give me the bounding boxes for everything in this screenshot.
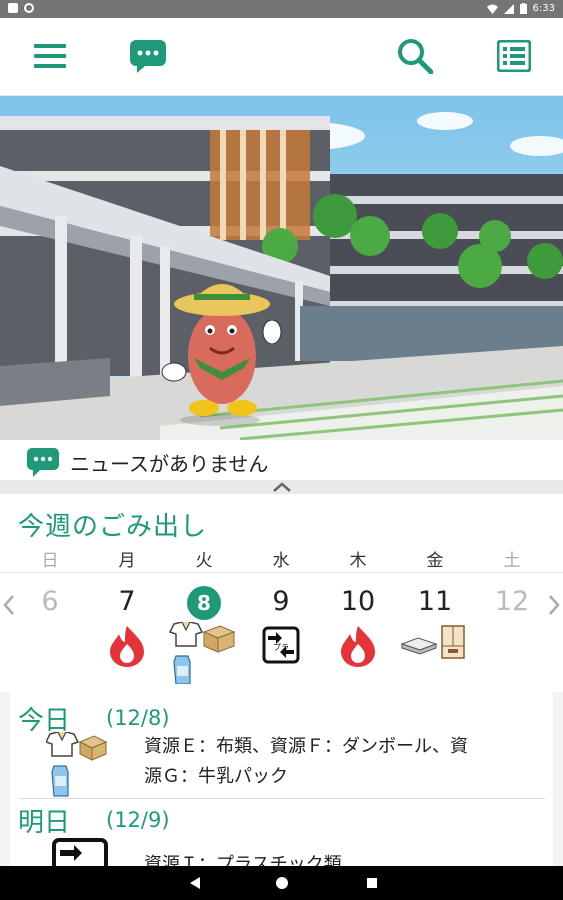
schedule-detail-list: 今日 (12/8) 資源Ｅ：布類、資源Ｆ：ダンボール、資 源Ｇ：牛乳パック 明日… [0, 692, 563, 866]
city-hall-illustration [0, 96, 563, 440]
garbage-icons-row: プラ [0, 621, 563, 685]
date-row: 6 7 8 9 10 11 12 [0, 586, 563, 626]
weekly-schedule: 今週のごみ出し 日 月 火 水 木 金 土 6 7 8 9 10 11 12 プ… [0, 494, 563, 692]
svg-text:プラ: プラ [273, 643, 289, 652]
news-text: ニュースがありません [70, 452, 269, 476]
dow-mon: 月 [118, 551, 136, 571]
date-cell[interactable]: 6 [20, 586, 80, 617]
status-time: 6:33 [532, 3, 555, 14]
newspaper-icon [400, 625, 465, 659]
dow-fri: 金 [426, 551, 444, 571]
chat-icon [130, 40, 166, 73]
app-bar [0, 18, 563, 96]
dow-tue: 火 [195, 551, 213, 571]
search-icon [398, 39, 433, 74]
news-ticker[interactable]: ニュースがありません [0, 440, 563, 480]
day-icons-mon [92, 622, 162, 684]
menu-icon [34, 44, 66, 68]
clothes-icon [168, 621, 204, 647]
date-cell[interactable]: 7 [97, 586, 157, 617]
today-desc-line1: 資源Ｅ：布類、資源Ｆ：ダンボール、資 [144, 736, 468, 757]
cardboard-icon [78, 735, 108, 761]
recents-square-icon [367, 878, 377, 888]
milk-carton-icon [173, 655, 191, 685]
list-icon [497, 40, 531, 72]
today-card[interactable]: 今日 (12/8) 資源Ｅ：布類、資源Ｆ：ダンボール、資 源Ｇ：牛乳パック [10, 692, 553, 802]
dow-wed: 水 [272, 551, 290, 571]
divider [18, 798, 545, 799]
system-nav-bar [0, 866, 563, 900]
newspaper-icon [400, 637, 438, 655]
chevron-up-icon [273, 482, 291, 492]
day-icons-tue [168, 621, 238, 685]
tomorrow-date: (12/9) [106, 808, 170, 832]
cabinet-icon [441, 625, 465, 659]
recents-button[interactable] [362, 874, 382, 892]
dow-sun: 日 [41, 551, 59, 571]
burnable-fire-icon [110, 626, 144, 667]
back-triangle-icon [190, 877, 200, 889]
today-description: 資源Ｅ：布類、資源Ｆ：ダンボール、資 源Ｇ：牛乳パック [144, 732, 544, 792]
today-date-badge: 8 [187, 586, 221, 620]
date-cell[interactable]: 12 [482, 586, 542, 617]
milk-carton-icon [51, 765, 69, 797]
battery-icon [519, 3, 527, 14]
dow-thu: 木 [349, 551, 367, 571]
today-garbage-icons [46, 732, 108, 797]
signal-icon [503, 3, 514, 14]
day-icons-fri [400, 622, 470, 684]
notification-icon [8, 3, 18, 13]
sync-icon [24, 3, 34, 13]
day-of-week-row: 日 月 火 水 木 金 土 [0, 546, 563, 572]
cardboard-icon [202, 625, 236, 653]
date-cell[interactable]: 9 [251, 586, 311, 617]
today-desc-line2: 源Ｇ：牛乳パック [144, 766, 288, 787]
search-button[interactable] [395, 36, 435, 76]
tomorrow-card[interactable]: 明日 (12/9) 資源Ｉ：プラスチック類 [10, 800, 553, 866]
day-icons-wed: プラ [246, 622, 316, 684]
plastic-recycle-icon: プラ [262, 626, 300, 664]
plastic-recycle-icon [52, 838, 108, 866]
burnable-fire-icon [341, 626, 375, 667]
menu-button[interactable] [30, 36, 70, 76]
date-cell-today[interactable]: 8 [174, 586, 234, 620]
clothes-icon [168, 621, 236, 685]
wifi-icon [486, 4, 498, 14]
back-button[interactable] [186, 874, 206, 892]
day-icons-thu [323, 622, 393, 684]
tomorrow-label: 明日 [18, 808, 71, 838]
home-button[interactable] [272, 874, 292, 892]
clothes-icon [46, 732, 80, 757]
status-bar: 6:33 [0, 0, 563, 18]
dow-sat: 土 [503, 551, 521, 571]
date-cell[interactable]: 11 [405, 586, 465, 617]
today-date: (12/8) [106, 706, 170, 730]
hero-banner [0, 96, 563, 440]
collapse-toggle[interactable] [0, 480, 563, 494]
list-view-button[interactable] [494, 36, 534, 76]
tomorrow-description: 資源Ｉ：プラスチック類 [144, 854, 342, 866]
date-cell[interactable]: 10 [328, 586, 388, 617]
divider [0, 572, 563, 573]
news-chat-button[interactable] [128, 36, 168, 76]
home-circle-icon [276, 877, 288, 889]
weekly-title: 今週のごみ出し [18, 512, 208, 542]
chat-icon [27, 448, 59, 477]
